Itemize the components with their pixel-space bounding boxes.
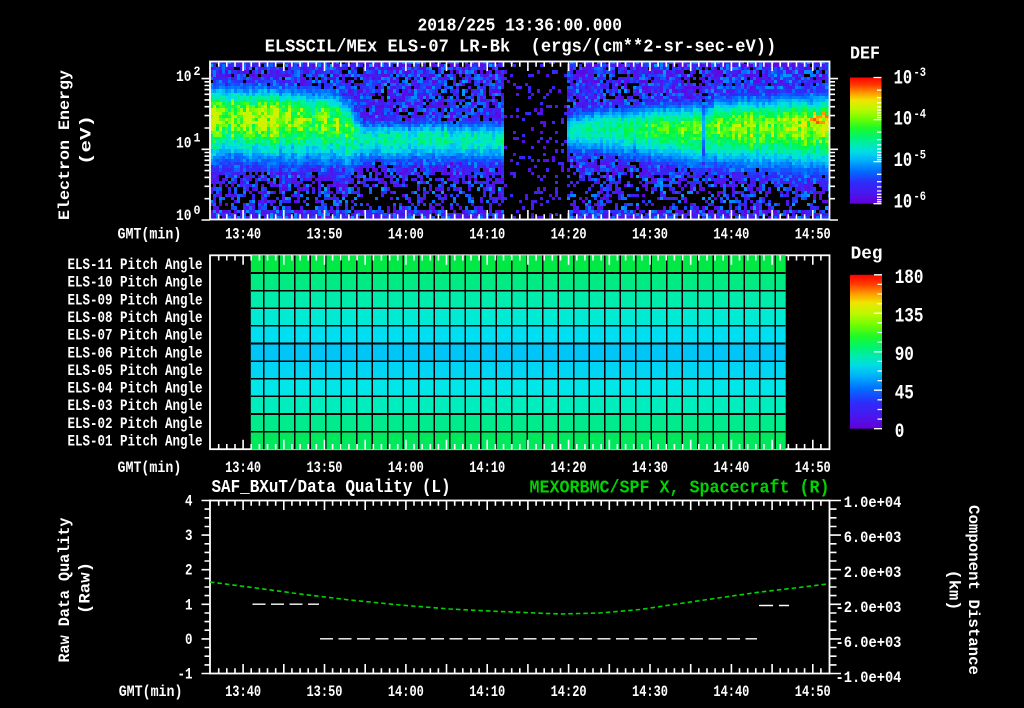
svg-text:ELS-01 Pitch Angle: ELS-01 Pitch Angle xyxy=(68,432,203,450)
svg-text:Component Distance: Component Distance xyxy=(964,505,982,675)
svg-text:14:50: 14:50 xyxy=(795,459,831,477)
svg-text:10: 10 xyxy=(894,109,913,132)
svg-text:14:10: 14:10 xyxy=(469,683,505,701)
svg-text:90: 90 xyxy=(895,344,914,367)
svg-text:0: 0 xyxy=(895,421,905,444)
svg-text:13:40: 13:40 xyxy=(225,226,261,244)
svg-text:1: 1 xyxy=(194,131,201,146)
svg-text:Deg: Deg xyxy=(851,244,883,265)
svg-text:GMT(min): GMT(min) xyxy=(119,683,183,701)
svg-text:2: 2 xyxy=(194,64,201,79)
svg-text:45: 45 xyxy=(895,382,914,405)
svg-text:ELS-03 Pitch Angle: ELS-03 Pitch Angle xyxy=(68,397,203,415)
svg-text:GMT(min): GMT(min) xyxy=(118,226,182,244)
svg-text:MEXORBMC/SPF X, Spacecraft (R): MEXORBMC/SPF X, Spacecraft (R) xyxy=(530,478,830,499)
svg-text:ELS-09 Pitch Angle: ELS-09 Pitch Angle xyxy=(68,291,203,309)
svg-text:14:20: 14:20 xyxy=(551,683,587,701)
svg-text:ELS-11 Pitch Angle: ELS-11 Pitch Angle xyxy=(68,256,203,274)
svg-text:14:40: 14:40 xyxy=(713,683,749,701)
svg-text:-4: -4 xyxy=(914,106,927,121)
svg-text:13:40: 13:40 xyxy=(225,459,261,477)
svg-text:1: 1 xyxy=(185,596,193,614)
svg-text:14:00: 14:00 xyxy=(388,226,424,244)
svg-text:-6: -6 xyxy=(914,189,927,204)
svg-text:135: 135 xyxy=(895,305,924,328)
svg-text:14:30: 14:30 xyxy=(632,226,668,244)
svg-text:(km): (km) xyxy=(945,570,963,611)
svg-text:ELS-10 Pitch Angle: ELS-10 Pitch Angle xyxy=(68,274,203,292)
svg-text:ELS-08 Pitch Angle: ELS-08 Pitch Angle xyxy=(68,309,203,327)
svg-text:-5: -5 xyxy=(914,148,927,163)
svg-text:4: 4 xyxy=(185,493,193,511)
svg-text:1.0e+04: 1.0e+04 xyxy=(844,494,902,512)
svg-text:-2.0e+03: -2.0e+03 xyxy=(836,599,902,617)
svg-text:2018/225 13:36:00.000: 2018/225 13:36:00.000 xyxy=(418,16,623,37)
svg-text:-1: -1 xyxy=(178,666,193,684)
svg-text:10: 10 xyxy=(894,191,913,214)
svg-text:14:40: 14:40 xyxy=(713,226,749,244)
svg-text:Raw Data Quality: Raw Data Quality xyxy=(56,518,74,663)
svg-text:(Raw): (Raw) xyxy=(77,562,95,614)
svg-text:13:40: 13:40 xyxy=(225,683,261,701)
svg-text:-3: -3 xyxy=(914,65,927,80)
svg-text:2: 2 xyxy=(185,562,193,580)
svg-text:SAF_BXuT/Data Quality (L): SAF_BXuT/Data Quality (L) xyxy=(212,477,451,498)
svg-text:10: 10 xyxy=(176,207,192,225)
svg-text:ELSSCIL/MEx ELS-07 LR-Bk (erg: ELSSCIL/MEx ELS-07 LR-Bk (ergs/(cm**2-sr… xyxy=(265,37,777,58)
svg-text:13:50: 13:50 xyxy=(306,226,342,244)
svg-text:ELS-06 Pitch Angle: ELS-06 Pitch Angle xyxy=(68,344,203,362)
svg-text:14:50: 14:50 xyxy=(795,226,831,244)
svg-text:-6.0e+03: -6.0e+03 xyxy=(836,634,902,652)
svg-text:10: 10 xyxy=(176,135,192,153)
svg-text:2.0e+03: 2.0e+03 xyxy=(844,564,902,582)
svg-text:14:40: 14:40 xyxy=(713,459,749,477)
svg-text:3: 3 xyxy=(185,527,193,545)
svg-text:0: 0 xyxy=(194,203,201,218)
svg-text:14:10: 14:10 xyxy=(469,226,505,244)
svg-text:-1.0e+04: -1.0e+04 xyxy=(836,669,902,687)
svg-text:14:00: 14:00 xyxy=(388,683,424,701)
svg-text:14:20: 14:20 xyxy=(551,459,587,477)
svg-text:Electron Energy: Electron Energy xyxy=(56,70,74,220)
svg-text:ELS-04 Pitch Angle: ELS-04 Pitch Angle xyxy=(68,380,203,398)
svg-text:6.0e+03: 6.0e+03 xyxy=(844,529,902,547)
svg-text:10: 10 xyxy=(176,68,192,86)
svg-text:13:50: 13:50 xyxy=(306,683,342,701)
svg-text:DEF: DEF xyxy=(850,44,880,65)
svg-text:14:30: 14:30 xyxy=(632,459,668,477)
svg-text:(eV): (eV) xyxy=(78,115,96,165)
svg-text:14:50: 14:50 xyxy=(795,683,831,701)
svg-text:ELS-02 Pitch Angle: ELS-02 Pitch Angle xyxy=(68,415,203,433)
svg-text:13:50: 13:50 xyxy=(306,459,342,477)
svg-text:14:30: 14:30 xyxy=(632,683,668,701)
svg-text:10: 10 xyxy=(894,150,913,173)
svg-text:0: 0 xyxy=(185,631,193,649)
svg-text:14:20: 14:20 xyxy=(551,226,587,244)
svg-text:180: 180 xyxy=(895,267,924,290)
svg-text:ELS-05 Pitch Angle: ELS-05 Pitch Angle xyxy=(68,362,203,380)
svg-text:GMT(min): GMT(min) xyxy=(118,459,182,477)
svg-text:10: 10 xyxy=(894,67,913,90)
svg-text:ELS-07 Pitch Angle: ELS-07 Pitch Angle xyxy=(68,327,203,345)
svg-text:14:00: 14:00 xyxy=(388,459,424,477)
svg-text:14:10: 14:10 xyxy=(469,459,505,477)
